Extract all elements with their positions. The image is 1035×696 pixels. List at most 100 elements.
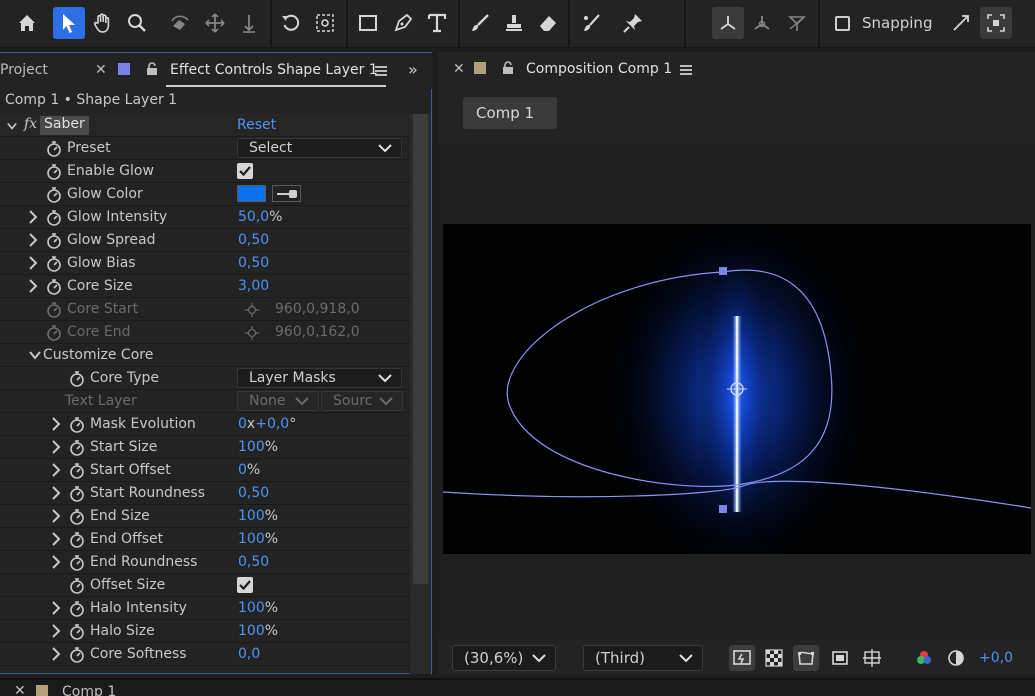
- tab-timeline-comp[interactable]: Comp 1: [62, 684, 116, 696]
- exposure-value[interactable]: +0,0: [979, 650, 1013, 666]
- eraser-tool-icon[interactable]: [532, 7, 564, 39]
- property-value[interactable]: 0,0: [238, 646, 260, 662]
- selection-tool-icon[interactable]: [53, 7, 85, 39]
- zoom-dropdown[interactable]: (30,6%): [452, 645, 556, 671]
- pen-tool-icon[interactable]: [387, 7, 419, 39]
- effect-header-saber[interactable]: fx Saber Reset: [0, 114, 410, 137]
- stopwatch-icon[interactable]: [46, 209, 62, 226]
- property-value[interactable]: 0x+0,0°: [238, 416, 296, 432]
- zoom-tool-icon[interactable]: [121, 7, 153, 39]
- brush-tool-icon[interactable]: [464, 7, 496, 39]
- anchor-point-tool-icon[interactable]: [309, 7, 341, 39]
- tab-composition[interactable]: Composition Comp 1: [526, 61, 672, 77]
- property-value[interactable]: 0,50: [238, 255, 269, 271]
- lock-icon[interactable]: [146, 62, 158, 75]
- type-tool-icon[interactable]: [421, 7, 453, 39]
- stopwatch-icon[interactable]: [69, 462, 85, 479]
- world-axis-mode-icon[interactable]: [746, 7, 778, 39]
- snapping-checkbox[interactable]: [835, 16, 850, 31]
- dolly-camera-icon[interactable]: [233, 7, 265, 39]
- chevron-right-icon[interactable]: [51, 440, 61, 454]
- chevron-right-icon[interactable]: [28, 279, 38, 293]
- property-value[interactable]: 0,50: [238, 554, 269, 570]
- chevron-down-icon[interactable]: [7, 119, 17, 133]
- chevron-right-icon[interactable]: [51, 647, 61, 661]
- stopwatch-icon[interactable]: [69, 531, 85, 548]
- more-tabs-icon[interactable]: »: [408, 60, 418, 79]
- chevron-right-icon[interactable]: [51, 417, 61, 431]
- chevron-right-icon[interactable]: [51, 601, 61, 615]
- stopwatch-icon[interactable]: [46, 163, 62, 180]
- stopwatch-icon[interactable]: [69, 416, 85, 433]
- composition-canvas[interactable]: [443, 224, 1031, 554]
- property-value[interactable]: 0%: [238, 462, 260, 478]
- property-value[interactable]: 100%: [238, 439, 278, 455]
- fx-icon[interactable]: fx: [24, 116, 37, 132]
- stopwatch-icon[interactable]: [69, 485, 85, 502]
- hand-tool-icon[interactable]: [87, 7, 119, 39]
- chevron-right-icon[interactable]: [51, 486, 61, 500]
- resolution-dropdown[interactable]: (Third): [583, 645, 703, 671]
- chevron-right-icon[interactable]: [51, 463, 61, 477]
- property-value[interactable]: 0,50: [238, 485, 269, 501]
- home-icon[interactable]: [11, 7, 43, 39]
- transparency-grid-icon[interactable]: [761, 645, 787, 671]
- panel-menu-icon[interactable]: [680, 65, 692, 75]
- fast-previews-icon[interactable]: [729, 645, 755, 671]
- stopwatch-icon[interactable]: [46, 186, 62, 203]
- stopwatch-icon[interactable]: [46, 140, 62, 157]
- eyedropper-icon[interactable]: [272, 185, 301, 202]
- enable-glow-checkbox[interactable]: [237, 163, 253, 179]
- scroll-thumb[interactable]: [413, 114, 428, 584]
- rotate-tool-icon[interactable]: [275, 7, 307, 39]
- clone-stamp-tool-icon[interactable]: [498, 7, 530, 39]
- close-icon[interactable]: ✕: [95, 62, 107, 78]
- property-value[interactable]: 0,50: [238, 232, 269, 248]
- property-value[interactable]: 100%: [238, 531, 278, 547]
- tab-project[interactable]: Project: [0, 62, 48, 78]
- stopwatch-icon[interactable]: [46, 278, 62, 295]
- pan-camera-icon[interactable]: [199, 7, 231, 39]
- reset-link[interactable]: Reset: [237, 117, 276, 133]
- puppet-pin-tool-icon[interactable]: [617, 7, 649, 39]
- chevron-right-icon[interactable]: [51, 532, 61, 546]
- chevron-right-icon[interactable]: [28, 256, 38, 270]
- mask-visibility-icon[interactable]: [793, 645, 819, 671]
- snap-edges-icon[interactable]: [945, 7, 977, 39]
- close-icon[interactable]: ✕: [453, 61, 465, 77]
- core-type-dropdown[interactable]: Layer Masks: [237, 368, 402, 388]
- stopwatch-icon[interactable]: [46, 232, 62, 249]
- stopwatch-icon[interactable]: [69, 646, 85, 663]
- scrollbar[interactable]: [410, 114, 431, 674]
- panel-menu-icon[interactable]: [375, 66, 387, 76]
- close-icon[interactable]: ✕: [14, 683, 26, 696]
- tab-effect-controls[interactable]: Effect Controls Shape Layer 1: [170, 62, 378, 78]
- lock-icon[interactable]: [502, 61, 514, 74]
- property-value[interactable]: 100%: [238, 508, 278, 524]
- rectangle-tool-icon[interactable]: [352, 7, 384, 39]
- snap-features-icon[interactable]: [980, 7, 1012, 39]
- chevron-right-icon[interactable]: [28, 233, 38, 247]
- chevron-down-icon[interactable]: [29, 350, 41, 360]
- roto-brush-tool-icon[interactable]: [576, 7, 608, 39]
- stopwatch-icon[interactable]: [69, 370, 85, 387]
- glow-color-swatch[interactable]: [237, 185, 266, 202]
- group-customize-core[interactable]: Customize Core: [0, 344, 410, 367]
- view-axis-mode-icon[interactable]: [781, 7, 813, 39]
- preset-dropdown[interactable]: Select: [237, 138, 402, 158]
- stopwatch-icon[interactable]: [69, 577, 85, 594]
- chevron-right-icon[interactable]: [28, 210, 38, 224]
- channel-rgb-icon[interactable]: [911, 645, 937, 671]
- stopwatch-icon[interactable]: [69, 554, 85, 571]
- reset-exposure-icon[interactable]: [943, 645, 969, 671]
- region-of-interest-icon[interactable]: [827, 645, 853, 671]
- stopwatch-icon[interactable]: [69, 623, 85, 640]
- property-value[interactable]: 3,00: [238, 278, 269, 294]
- grid-guides-icon[interactable]: [859, 645, 885, 671]
- stopwatch-icon[interactable]: [69, 439, 85, 456]
- orbit-camera-icon[interactable]: [164, 7, 196, 39]
- local-axis-mode-icon[interactable]: [712, 7, 744, 39]
- property-value[interactable]: 100%: [238, 600, 278, 616]
- stopwatch-icon[interactable]: [69, 600, 85, 617]
- stopwatch-icon[interactable]: [46, 255, 62, 272]
